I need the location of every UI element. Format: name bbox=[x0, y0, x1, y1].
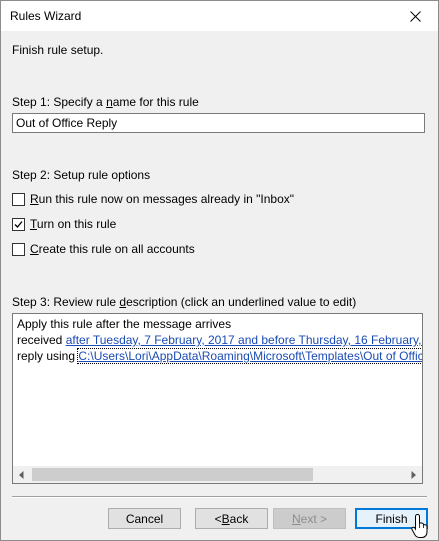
turn-on-checkbox[interactable] bbox=[12, 217, 25, 231]
scroll-left-icon bbox=[19, 470, 24, 479]
run-now-checkbox[interactable] bbox=[12, 192, 25, 206]
option-run-now[interactable]: Run this rule now on messages already in… bbox=[12, 191, 294, 207]
run-now-label: Run this rule now on messages already in… bbox=[30, 192, 294, 206]
date-range-link[interactable]: after Tuesday, 7 February, 2017 and befo… bbox=[66, 333, 422, 347]
option-all-accounts[interactable]: Create this rule on all accounts bbox=[12, 241, 195, 257]
description-line-2: received after Tuesday, 7 February, 2017… bbox=[17, 333, 422, 347]
all-accounts-checkbox[interactable] bbox=[12, 242, 25, 256]
rule-name-input[interactable] bbox=[13, 114, 424, 132]
step1-label: Step 1: Specify a name for this rule bbox=[12, 95, 199, 109]
description-line-3: reply using C:\Users\Lori\AppData\Roamin… bbox=[17, 348, 422, 364]
rule-description-box: Apply this rule after the message arrive… bbox=[12, 313, 423, 484]
step2-label: Step 2: Setup rule options bbox=[12, 168, 151, 182]
close-icon bbox=[409, 10, 421, 22]
horizontal-scrollbar[interactable] bbox=[13, 466, 422, 483]
window-title: Rules Wizard bbox=[10, 9, 82, 23]
rules-wizard-window: Rules Wizard Finish rule setup. Step 1: … bbox=[0, 0, 439, 541]
scrollbar-thumb[interactable] bbox=[32, 468, 313, 481]
back-button[interactable]: < Back bbox=[195, 508, 268, 529]
close-button[interactable] bbox=[392, 1, 438, 31]
next-button[interactable]: Next > bbox=[273, 508, 346, 529]
description-line-1: Apply this rule after the message arrive… bbox=[17, 317, 232, 331]
mouse-pointer-icon bbox=[411, 513, 428, 538]
title-bar: Rules Wizard bbox=[1, 1, 438, 31]
step3-label: Step 3: Review rule description (click a… bbox=[12, 295, 357, 309]
wizard-content: Finish rule setup. Step 1: Specify a nam… bbox=[1, 31, 438, 540]
checkmark-icon bbox=[14, 220, 23, 228]
scroll-left-button[interactable] bbox=[13, 466, 30, 483]
rule-name-input-frame bbox=[12, 113, 425, 133]
turn-on-label: Turn on this rule bbox=[30, 217, 117, 231]
cancel-button[interactable]: Cancel bbox=[108, 508, 181, 529]
intro-text: Finish rule setup. bbox=[12, 43, 104, 57]
scroll-right-button[interactable] bbox=[405, 466, 422, 483]
all-accounts-label: Create this rule on all accounts bbox=[30, 242, 195, 256]
option-turn-on[interactable]: Turn on this rule bbox=[12, 216, 116, 232]
template-path-link[interactable]: C:\Users\Lori\AppData\Roaming\Microsoft\… bbox=[77, 348, 422, 364]
scroll-right-icon bbox=[411, 470, 416, 479]
button-separator bbox=[12, 496, 427, 498]
